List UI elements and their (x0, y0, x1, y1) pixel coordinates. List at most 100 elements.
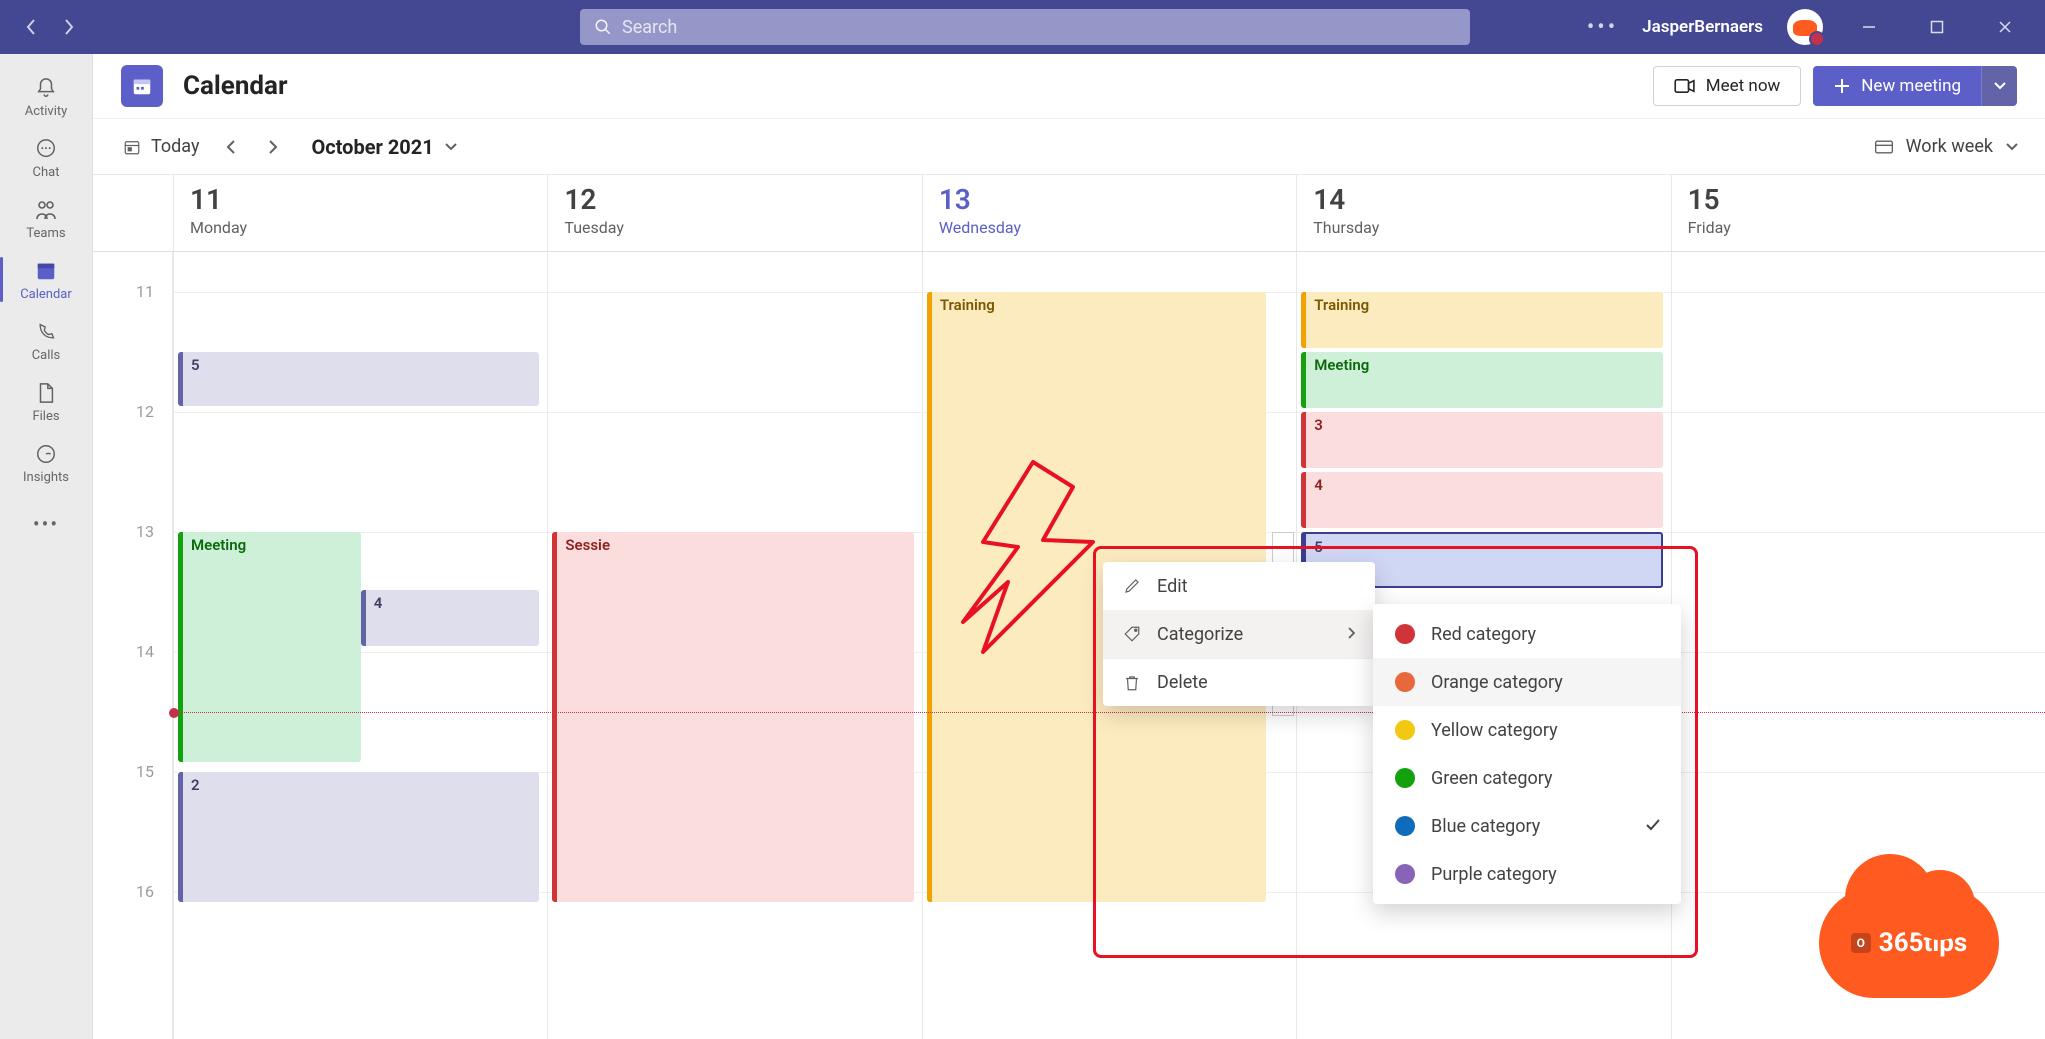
col-fri[interactable] (1671, 252, 2045, 1039)
cat-orange[interactable]: Orange category (1373, 658, 1681, 706)
window-maximize[interactable] (1927, 17, 1947, 37)
search-input[interactable]: Search (580, 9, 1470, 45)
chat-icon (34, 137, 58, 161)
history-back[interactable] (22, 18, 40, 36)
time-gutter: 11 12 13 14 15 16 (93, 252, 173, 1039)
pencil-icon (1123, 577, 1141, 595)
day-head-fri[interactable]: 15Friday (1671, 175, 2045, 251)
swatch-yellow (1395, 720, 1415, 740)
event-thu-meeting[interactable]: Meeting (1301, 352, 1662, 408)
window-close[interactable] (1995, 17, 2015, 37)
swatch-purple (1395, 864, 1415, 884)
event-mon-4[interactable]: 4 (361, 590, 540, 646)
new-meeting-dropdown[interactable] (1981, 66, 2017, 106)
today-button[interactable]: Today (119, 130, 203, 163)
today-icon (123, 138, 141, 156)
view-picker[interactable]: Work week (1874, 136, 2019, 157)
next-period[interactable] (259, 133, 287, 161)
file-icon (34, 381, 58, 405)
rail-calendar[interactable]: Calendar (0, 249, 92, 310)
ctx-delete[interactable]: Delete (1103, 658, 1375, 706)
rail-label: Calendar (20, 287, 72, 302)
new-meeting-label: New meeting (1861, 76, 1961, 96)
swatch-red (1395, 624, 1415, 644)
day-head-tue[interactable]: 12Tuesday (547, 175, 921, 251)
history-forward[interactable] (60, 18, 78, 36)
hour-label: 14 (93, 642, 172, 762)
rail-label: Chat (33, 165, 60, 180)
rail-label: Files (32, 409, 59, 424)
hour-label: 12 (93, 402, 172, 522)
meet-now-button[interactable]: Meet now (1653, 66, 1802, 106)
plus-icon (1833, 77, 1851, 95)
chevron-down-icon (444, 142, 458, 152)
day-header-row: 11Monday 12Tuesday 13Wednesday 14Thursda… (93, 174, 2045, 252)
month-picker[interactable]: October 2021 (311, 135, 457, 159)
cat-blue[interactable]: Blue category (1373, 802, 1681, 850)
search-icon (594, 18, 612, 36)
left-nav-rail: Activity Chat Teams Calendar Calls Files… (0, 54, 92, 1039)
new-meeting-button[interactable]: New meeting (1813, 66, 2017, 106)
event-mon-5[interactable]: 5 (178, 352, 539, 406)
page-title: Calendar (183, 71, 288, 101)
insights-icon (34, 442, 58, 466)
context-menu: Edit Categorize Delete (1103, 562, 1375, 706)
cat-purple[interactable]: Purple category (1373, 850, 1681, 898)
day-head-wed[interactable]: 13Wednesday (922, 175, 1296, 251)
more-options-icon[interactable]: ••• (1587, 15, 1618, 40)
phone-icon (34, 320, 58, 344)
rail-calls[interactable]: Calls (0, 310, 92, 371)
cat-red[interactable]: Red category (1373, 610, 1681, 658)
today-label: Today (151, 136, 199, 157)
search-placeholder: Search (622, 17, 677, 38)
camera-icon (1674, 78, 1696, 94)
swatch-blue (1395, 816, 1415, 836)
cat-yellow[interactable]: Yellow category (1373, 706, 1681, 754)
titlebar: Search ••• JasperBernaers (0, 0, 2045, 54)
category-submenu: Red category Orange category Yellow cate… (1373, 604, 1681, 904)
teams-icon (34, 198, 58, 222)
col-mon[interactable]: 5 Meeting 4 2 (173, 252, 547, 1039)
rail-chat[interactable]: Chat (0, 127, 92, 188)
rail-activity[interactable]: Activity (0, 66, 92, 127)
rail-files[interactable]: Files (0, 371, 92, 432)
ctx-edit[interactable]: Edit (1103, 562, 1375, 610)
hour-label: 11 (93, 282, 172, 402)
rail-teams[interactable]: Teams (0, 188, 92, 249)
day-head-mon[interactable]: 11Monday (173, 175, 547, 251)
rail-more[interactable]: ••• (0, 501, 92, 547)
view-label: Work week (1906, 136, 1993, 157)
rail-label: Activity (25, 104, 68, 119)
swatch-green (1395, 768, 1415, 788)
month-label-text: October 2021 (311, 135, 433, 159)
calendar-chip-icon (121, 65, 163, 107)
event-thu-3[interactable]: 3 (1301, 412, 1662, 468)
event-thu-4[interactable]: 4 (1301, 472, 1662, 528)
username-label[interactable]: JasperBernaers (1642, 17, 1763, 37)
ctx-categorize[interactable]: Categorize (1103, 610, 1375, 658)
chevron-right-icon (1347, 624, 1355, 645)
trash-icon (1123, 673, 1141, 693)
window-minimize[interactable] (1859, 17, 1879, 37)
rail-label: Calls (32, 348, 61, 363)
event-mon-meeting[interactable]: Meeting (178, 532, 361, 762)
avatar[interactable] (1787, 9, 1823, 45)
hour-label: 13 (93, 522, 172, 642)
cat-green[interactable]: Green category (1373, 754, 1681, 802)
page-header: Calendar Meet now New meeting (93, 54, 2045, 118)
meet-now-label: Meet now (1706, 76, 1781, 96)
prev-period[interactable] (217, 133, 245, 161)
rail-label: Insights (23, 470, 69, 485)
event-tue-sessie[interactable]: Sessie (552, 532, 913, 902)
calendar-grid[interactable]: 11 12 13 14 15 16 5 Meeting 4 2 (93, 252, 2045, 1039)
current-time-indicator (173, 712, 2045, 713)
hour-label: 15 (93, 762, 172, 882)
col-tue[interactable]: Sessie (547, 252, 921, 1039)
event-mon-2[interactable]: 2 (178, 772, 539, 902)
bell-icon (34, 76, 58, 100)
rail-insights[interactable]: Insights (0, 432, 92, 493)
main-area: Calendar Meet now New meeting Today Octo… (92, 54, 2045, 1039)
calendar-toolbar: Today October 2021 Work week (93, 118, 2045, 174)
day-head-thu[interactable]: 14Thursday (1296, 175, 1670, 251)
event-thu-training[interactable]: Training (1301, 292, 1662, 348)
